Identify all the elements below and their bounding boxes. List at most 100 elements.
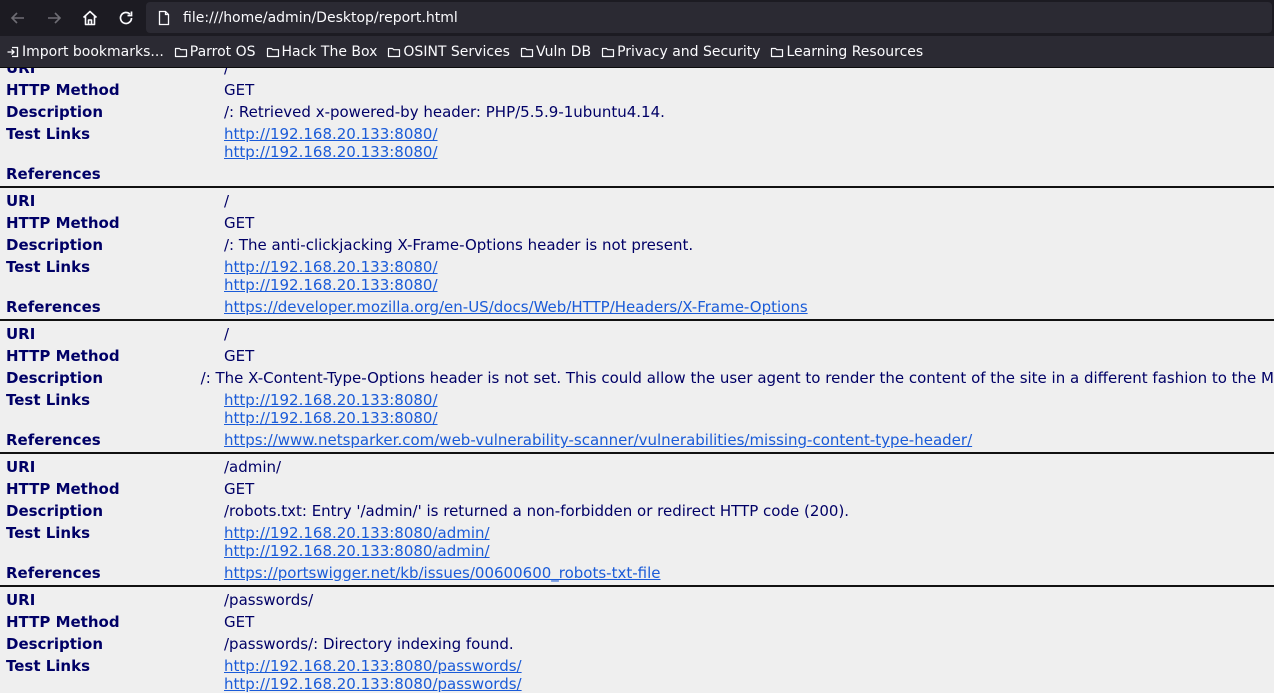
- test-links-row: Test Links http://192.168.20.133:8080/adm…: [0, 522, 1274, 562]
- vulnerability-entry: URI/admin/HTTP Method GET Description/robo…: [0, 454, 1274, 587]
- folder-icon: [388, 47, 401, 57]
- bookmark-item[interactable]: Learning Resources: [770, 44, 923, 60]
- back-button[interactable]: [0, 0, 36, 36]
- test-links-row-label: Test Links: [6, 524, 91, 542]
- http-method-row-value: GET: [224, 214, 255, 232]
- folder-icon: [520, 47, 534, 57]
- report-entries: URI / HTTP Method GET Description /: Retrieve…: [0, 68, 1274, 693]
- home-button[interactable]: [72, 0, 108, 36]
- description-row: Description /: The anti-clickjacking X-Fr…: [0, 234, 1274, 256]
- test-link[interactable]: http://192.168.20.133:8080/passwords/: [224, 657, 522, 675]
- http-method-row-value: GET: [224, 613, 255, 631]
- http-method-row-value: GET: [224, 480, 255, 498]
- description-row-label: Description: [6, 502, 104, 520]
- test-links-row-label: Test Links: [6, 657, 91, 675]
- test-links-row-label: Test Links: [6, 258, 91, 276]
- uri-row-value: /: [224, 192, 230, 210]
- test-links-row-value: http://192.168.20.133:8080/passwords/htt…: [224, 655, 522, 693]
- test-link[interactable]: http://192.168.20.133:8080/: [224, 125, 438, 143]
- reference-link[interactable]: https://www.netsparker.com/web-vulnerabi…: [224, 431, 972, 449]
- test-links-row-value: http://192.168.20.133:8080/http://192.16…: [224, 389, 438, 429]
- description-row-label: Description: [6, 369, 104, 387]
- test-links-row-value: http://192.168.20.133:8080/http://192.16…: [224, 256, 438, 296]
- bookmark-item[interactable]: Privacy and Security: [601, 44, 760, 60]
- http-method-row: HTTP Method GET: [0, 478, 1274, 500]
- http-method-row-label: HTTP Method: [6, 214, 120, 232]
- references-row-label: References: [6, 298, 101, 316]
- uri-row: URI /: [0, 190, 1274, 212]
- vulnerability-entry: URI / HTTP Method GET Description /: Retrieve…: [0, 68, 1274, 188]
- bookmarks-toolbar: Import bookmarks... Parrot OS Hack The Box…: [0, 36, 1274, 68]
- test-links-row: Test Links http://192.168.20.133:8080/htt…: [0, 256, 1274, 296]
- description-row-value: /passwords/: Directory indexing found.: [224, 635, 514, 653]
- description-row-value: /: The anti-clickjacking X-Frame-Options…: [224, 236, 694, 254]
- test-link[interactable]: http://192.168.20.133:8080/: [224, 409, 438, 427]
- folder-icon: [771, 47, 784, 57]
- test-link[interactable]: http://192.168.20.133:8080/: [224, 276, 438, 294]
- http-method-row: HTTP Method GET: [0, 212, 1274, 234]
- description-row: Description /: Retrieved x-powered-by hea…: [0, 101, 1274, 123]
- test-link[interactable]: http://192.168.20.133:8080/admin/: [224, 524, 490, 542]
- navigation-toolbar: file:///home/admin/Desktop/report.html: [0, 0, 1274, 36]
- references-row: References: [0, 163, 1274, 185]
- description-row: Description /: The X-Content-Type-Options…: [0, 367, 1274, 389]
- uri-row-value: /admin/: [224, 458, 282, 476]
- description-row-value: /robots.txt: Entry '/admin/' is returned…: [224, 502, 850, 520]
- test-link[interactable]: http://192.168.20.133:8080/: [224, 391, 438, 409]
- http-method-row-label: HTTP Method: [6, 81, 120, 99]
- description-row-label: Description: [6, 103, 104, 121]
- reference-link[interactable]: https://portswigger.net/kb/issues/006006…: [224, 564, 661, 582]
- test-link[interactable]: http://192.168.20.133:8080/: [224, 143, 438, 161]
- description-row: Description/robots.txt: Entry '/admin/' …: [0, 500, 1274, 522]
- import-icon: [7, 46, 19, 57]
- vulnerability-entry: URI / HTTP Method GET Description /: The anti…: [0, 188, 1274, 321]
- uri-row: URI /: [0, 323, 1274, 345]
- test-link[interactable]: http://192.168.20.133:8080/: [224, 258, 438, 276]
- bookmark-item[interactable]: Vuln DB: [520, 44, 591, 60]
- vulnerability-entry: URI / HTTP Method GET Description /: The X-Co…: [0, 321, 1274, 454]
- vulnerability-entry: URI/passwords/HTTP Method GET Description /…: [0, 587, 1274, 693]
- bookmark-label: Vuln DB: [535, 43, 592, 60]
- test-links-row-value: http://192.168.20.133:8080/http://192.16…: [224, 123, 438, 163]
- report-content: URI / HTTP Method GET Description /: Retrieve…: [0, 68, 1274, 693]
- references-row-label: References: [6, 165, 101, 183]
- references-row-label: References: [6, 431, 101, 449]
- test-links-row-label: Test Links: [6, 125, 91, 143]
- folder-icon: [174, 47, 187, 57]
- address-bar[interactable]: file:///home/admin/Desktop/report.html: [146, 2, 1272, 33]
- uri-row: URI/passwords/: [0, 589, 1274, 611]
- references-row-value: https://developer.mozilla.org/en-US/docs…: [224, 296, 808, 318]
- bookmark-item[interactable]: OSINT Services: [387, 44, 510, 60]
- bookmark-label: Import bookmarks...: [22, 43, 164, 60]
- bookmark-item[interactable]: Import bookmarks...: [6, 44, 164, 60]
- uri-row: URI /: [0, 68, 1274, 79]
- uri-row-label: URI: [6, 458, 36, 476]
- bookmark-label: Parrot OS: [189, 43, 256, 60]
- test-links-row: Test Links http://192.168.20.133:8080/pas…: [0, 655, 1274, 693]
- reload-button[interactable]: [108, 0, 144, 36]
- test-link[interactable]: http://192.168.20.133:8080/passwords/: [224, 675, 522, 693]
- uri-row-value: /: [224, 325, 230, 343]
- test-link[interactable]: http://192.168.20.133:8080/admin/: [224, 542, 490, 560]
- references-row-value: https://portswigger.net/kb/issues/006006…: [224, 562, 661, 584]
- description-row-label: Description: [6, 635, 104, 653]
- http-method-row: HTTP Method GET: [0, 611, 1274, 633]
- references-row: References https://www.netsparker.com/web…: [0, 429, 1274, 451]
- forward-button[interactable]: [36, 0, 72, 36]
- uri-row-label: URI: [6, 192, 36, 210]
- http-method-row-label: HTTP Method: [6, 480, 120, 498]
- http-method-row-value: GET: [224, 347, 255, 365]
- description-row-value: /: The X-Content-Type-Options header is …: [200, 369, 1274, 387]
- arrow-left-icon: [10, 12, 24, 24]
- description-row-value: /: Retrieved x-powered-by header: PHP/5.…: [224, 103, 665, 121]
- references-row-label: References: [6, 564, 101, 582]
- test-links-row-label: Test Links: [6, 391, 91, 409]
- reference-link[interactable]: https://developer.mozilla.org/en-US/docs…: [224, 298, 808, 316]
- description-row-label: Description: [6, 236, 104, 254]
- bookmark-item[interactable]: Parrot OS: [174, 44, 256, 60]
- bookmark-label: Learning Resources: [786, 43, 924, 60]
- http-method-row-value: GET: [224, 81, 255, 99]
- references-row: References https://portswigger.net/kb/iss…: [0, 562, 1274, 584]
- test-links-row: Test Links http://192.168.20.133:8080/htt…: [0, 123, 1274, 163]
- bookmark-item[interactable]: Hack The Box: [266, 44, 377, 60]
